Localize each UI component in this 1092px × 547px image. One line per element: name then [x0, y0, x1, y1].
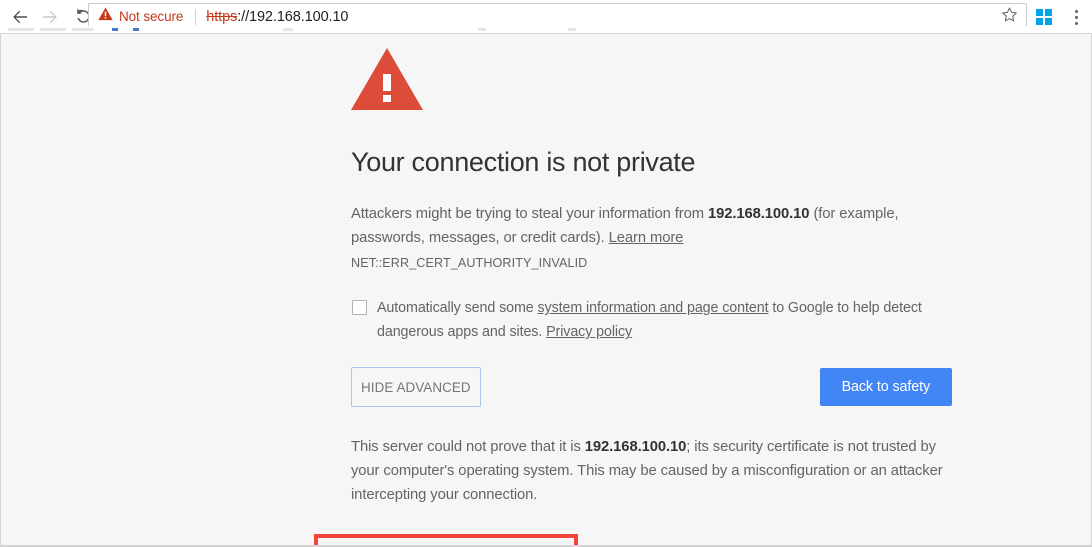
warning-triangle-icon — [351, 48, 423, 112]
security-status-label: Not secure — [119, 9, 184, 24]
windows-logo-pane — [1036, 18, 1043, 25]
windows-logo-pane — [1045, 18, 1052, 25]
advanced-explanation: This server could not prove that it is 1… — [351, 435, 951, 507]
windows-logo-pane — [1045, 9, 1052, 16]
back-to-safety-button[interactable]: Back to safety — [819, 368, 952, 407]
advanced-host: 192.168.100.10 — [584, 439, 687, 456]
page-title: Your connection is not private — [351, 147, 696, 177]
learn-more-link[interactable]: Learn more — [609, 230, 684, 246]
explanation-host: 192.168.100.10 — [707, 206, 810, 223]
ssl-interstitial: Your connection is not private Attackers… — [351, 34, 952, 507]
security-status-chip[interactable]: Not secure — [98, 7, 183, 26]
advanced-text-lead: This server could not prove that it is — [351, 439, 585, 456]
optin-label: Automatically send some system informati… — [377, 296, 922, 344]
privacy-policy-link[interactable]: Privacy policy — [546, 324, 632, 340]
url-rest: ://192.168.100.10 — [237, 8, 349, 25]
url-display[interactable]: https://192.168.100.10 — [206, 9, 348, 25]
omnibox-divider — [195, 8, 197, 25]
explanation-text-lead: Attackers might be trying to steal your … — [351, 206, 708, 223]
optin-text-lead: Automatically send some — [377, 300, 538, 317]
proceed-link-highlight-box: Proceed to 192.168.100.10 (unsafe) — [314, 534, 578, 545]
hide-advanced-button[interactable]: HIDE ADVANCED — [351, 367, 481, 408]
url-scheme: https — [206, 8, 238, 25]
windows-logo-icon[interactable] — [1036, 9, 1052, 25]
exclamation-dot — [383, 95, 391, 102]
bookmark-star-icon — [1001, 6, 1018, 28]
back-arrow-icon — [10, 7, 30, 27]
bookmark-button[interactable] — [998, 6, 1020, 28]
forward-arrow-icon — [40, 7, 60, 27]
menu-dot — [1074, 15, 1078, 19]
button-row: HIDE ADVANCED Back to safety — [351, 367, 952, 408]
optin-row: Automatically send some system informati… — [351, 296, 951, 344]
windows-logo-pane — [1036, 9, 1043, 16]
primary-explanation: Attackers might be trying to steal your … — [351, 202, 951, 250]
system-information-link[interactable]: system information and page content — [538, 300, 769, 316]
exclamation-bar — [383, 74, 391, 91]
warning-triangle-icon — [98, 7, 113, 26]
page-content: Your connection is not private Attackers… — [0, 33, 1092, 547]
menu-dot — [1074, 21, 1078, 25]
three-dot-menu-icon[interactable] — [1066, 6, 1086, 28]
send-report-checkbox[interactable] — [352, 300, 367, 316]
error-code-text: NET::ERR_CERT_AUTHORITY_INVALID — [351, 256, 588, 271]
menu-dot — [1074, 9, 1078, 13]
